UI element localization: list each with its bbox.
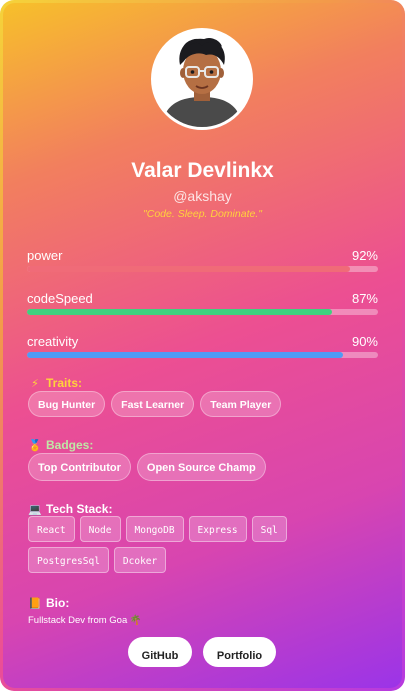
- bio-text: Fullstack Dev from Goa 🌴: [28, 615, 142, 626]
- progress-bar: [27, 266, 378, 272]
- trait-chip: Bug Hunter: [28, 391, 106, 417]
- avatar: [151, 28, 253, 130]
- tech-tag: PostgresSql: [28, 547, 109, 573]
- medal-icon: 🏅: [28, 439, 42, 452]
- profile-handle: @akshay: [173, 188, 232, 204]
- badge-chip: Top Contributor: [28, 453, 131, 481]
- tech-tag: Sql: [251, 516, 287, 542]
- profile-name: Valar Devlinkx: [131, 159, 274, 182]
- traits-title: Traits:: [46, 376, 83, 390]
- laptop-icon: 💻: [28, 503, 42, 516]
- traits-list: Bug Hunter Fast Learner Team Player: [28, 391, 380, 417]
- stat-power: power 92%: [27, 248, 378, 272]
- stat-value: 90%: [351, 334, 378, 349]
- tech-tag: Express: [188, 516, 247, 542]
- badge-chip: Open Source Champ: [136, 453, 266, 481]
- github-button[interactable]: GitHub: [128, 637, 192, 667]
- tech-stack-heading: 💻 Tech Stack:: [28, 502, 112, 516]
- progress-bar: [27, 352, 378, 358]
- progress-bar: [27, 309, 378, 315]
- tech-tag: MongoDB: [125, 516, 184, 542]
- tech-tag: React: [28, 516, 75, 542]
- memo-icon: 📙: [28, 597, 42, 610]
- tech-tag: Dcoker: [113, 547, 167, 573]
- stat-label: power: [27, 248, 63, 263]
- progress-fill: [27, 309, 333, 315]
- bio-heading: 📙 Bio:: [28, 596, 69, 610]
- progress-fill: [27, 352, 343, 358]
- stat-value: 92%: [351, 248, 378, 263]
- badges-title: Badges:: [46, 438, 94, 452]
- stat-label: creativity: [27, 334, 79, 349]
- lightning-icon: ⚡: [31, 377, 39, 390]
- portfolio-button[interactable]: Portfolio: [203, 637, 276, 667]
- badges-heading: 🏅 Badges:: [28, 438, 93, 452]
- stat-value: 87%: [351, 291, 378, 306]
- profile-card: Valar Devlinkx @akshay "Code. Sleep. Dom…: [3, 3, 402, 688]
- card-frame: Valar Devlinkx @akshay "Code. Sleep. Dom…: [0, 0, 405, 691]
- trait-chip: Team Player: [200, 391, 282, 417]
- profile-tagline: "Code. Sleep. Dominate.": [143, 208, 262, 220]
- stat-codespeed: codeSpeed 87%: [27, 291, 378, 315]
- progress-fill: [27, 266, 350, 272]
- bio-title: Bio:: [46, 596, 70, 610]
- tech-stack-list: React Node MongoDB Express Sql PostgresS…: [28, 516, 328, 573]
- stat-label: codeSpeed: [27, 291, 93, 306]
- traits-heading: ⚡ Traits:: [28, 376, 82, 390]
- tech-stack-title: Tech Stack:: [46, 502, 113, 516]
- badges-list: Top Contributor Open Source Champ: [28, 453, 380, 481]
- tech-tag: Node: [79, 516, 121, 542]
- stat-creativity: creativity 90%: [27, 334, 378, 358]
- trait-chip: Fast Learner: [111, 391, 195, 417]
